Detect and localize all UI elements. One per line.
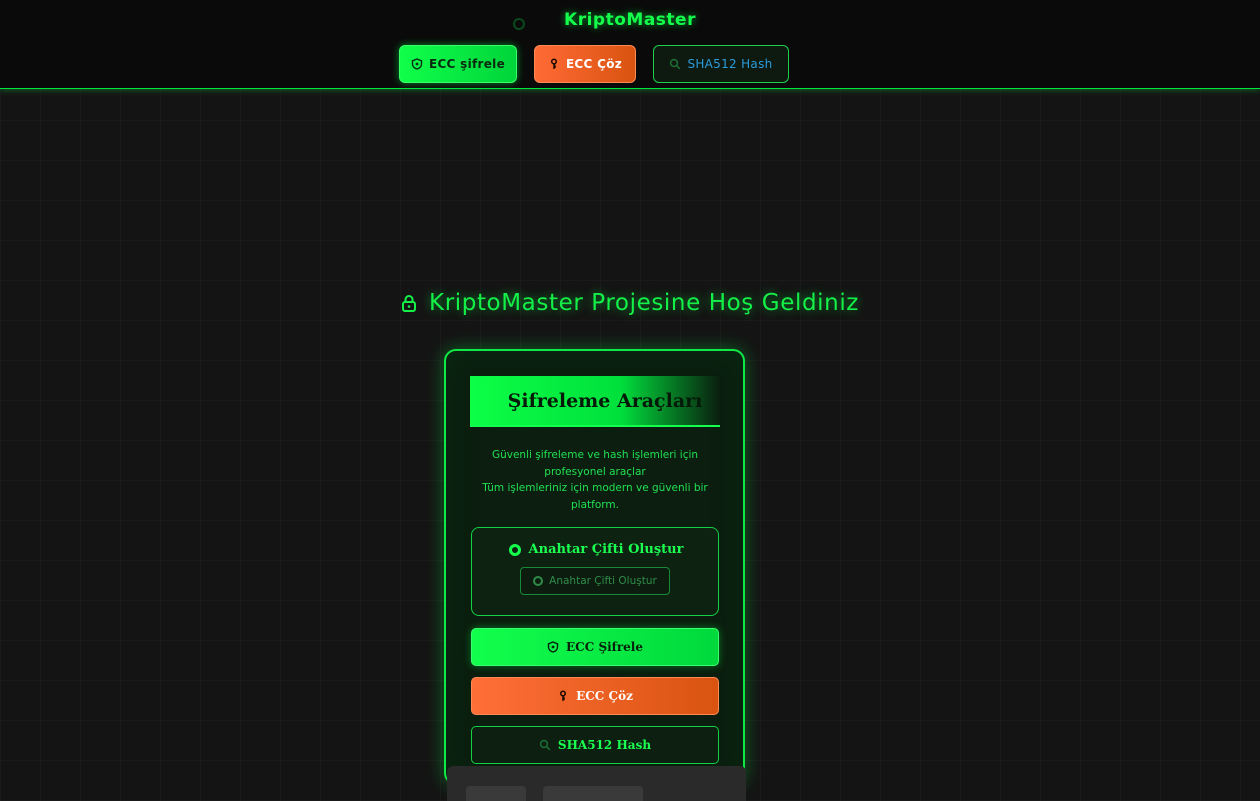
nav-ecc-encrypt-button[interactable]: ECC şifrele [399,45,517,83]
welcome-heading: KriptoMaster Projesine Hoş Geldiniz [0,290,1260,316]
card-description-line-2: Tüm işlemleriniz için modern ve güvenli … [482,482,708,511]
keygen-title: Anahtar Çifti Oluştur [528,542,684,557]
nav-sha512-hash-button[interactable]: SHA512 Hash [653,45,789,83]
ecc-decrypt-label: ECC Çöz [576,689,633,703]
card-title: Şifreleme Araçları [470,376,720,427]
shield-icon [547,641,559,653]
ecc-encrypt-button[interactable]: ECC Şifrele [471,628,719,666]
brand-title[interactable]: KriptoMaster [0,10,1260,30]
nav-ecc-decrypt-label: ECC Çöz [565,57,623,71]
bottom-tab[interactable] [543,786,643,801]
keygen-panel: Anahtar Çifti Oluştur Anahtar Çifti Oluş… [471,527,719,616]
radio-icon [533,576,544,586]
top-navbar: KriptoMaster ECC şifrele ECC Çöz SHA512 … [0,0,1260,89]
key-icon [560,690,567,701]
sha512-hash-button[interactable]: SHA512 Hash [471,726,719,764]
radio-icon [508,543,521,556]
keygen-heading: Anahtar Çifti Oluştur [472,542,720,557]
ecc-encrypt-label: ECC Şifrele [566,640,643,654]
search-icon [539,739,551,751]
generate-keypair-label: Anahtar Çifti Oluştur [549,575,657,587]
nav-sha512-hash-label: SHA512 Hash [687,57,773,71]
generate-keypair-button[interactable]: Anahtar Çifti Oluştur [520,567,670,595]
nav-ecc-decrypt-button[interactable]: ECC Çöz [534,45,636,83]
bottom-tab[interactable] [466,786,526,801]
welcome-title: KriptoMaster Projesine Hoş Geldiniz [429,290,859,316]
search-icon [670,58,681,70]
card-description-line-1: Güvenli şifreleme ve hash işlemleri için… [491,449,699,478]
card-description: Güvenli şifreleme ve hash işlemleri için… [466,447,724,513]
nav-ecc-encrypt-label: ECC şifrele [428,57,506,71]
lock-icon [402,295,417,312]
crypto-tools-card: Şifreleme Araçları Güvenli şifreleme ve … [444,349,745,785]
key-icon [550,58,557,69]
bottom-panel [447,766,746,801]
sha512-hash-label: SHA512 Hash [557,738,652,752]
ecc-decrypt-button[interactable]: ECC Çöz [471,677,719,715]
shield-icon [411,58,423,70]
